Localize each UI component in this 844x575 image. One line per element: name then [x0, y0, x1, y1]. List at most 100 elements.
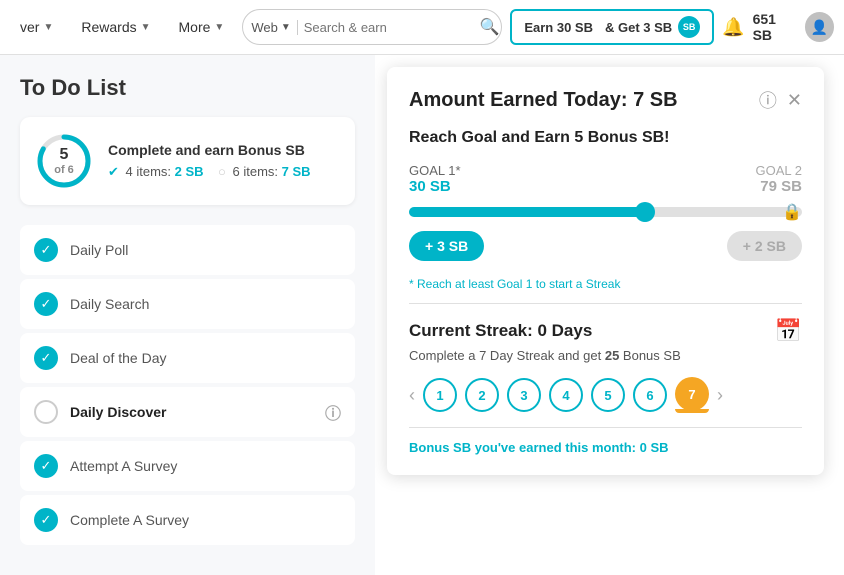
items-6-label: 6 items:: [233, 164, 279, 179]
right-panel: Amount Earned Today: 7 SB ⓘ ✕ Reach Goal…: [375, 55, 844, 575]
day-circle-3[interactable]: 3: [507, 378, 541, 412]
calendar-icon[interactable]: 📅: [775, 318, 802, 344]
reach-goal-label: Reach Goal and Earn 5 Bonus SB!: [409, 129, 802, 147]
list-item[interactable]: ✓ Daily Search: [20, 279, 355, 329]
streak-sub-suffix: Bonus SB: [619, 348, 680, 363]
card-header: Amount Earned Today: 7 SB ⓘ ✕: [409, 87, 802, 113]
bonus-month-label: Bonus SB you've earned this month:: [409, 440, 636, 455]
goal1-val: 30 SB: [409, 178, 451, 195]
goal-2: GOAL 2 79 SB: [756, 163, 802, 195]
info-button[interactable]: ⓘ: [759, 87, 777, 113]
rewards-label: Rewards: [81, 19, 136, 35]
goal-1: GOAL 1* 30 SB: [409, 163, 461, 195]
check-circle-completed: ✓: [34, 454, 58, 478]
day-circle-4[interactable]: 4: [549, 378, 583, 412]
check-circle-completed: ✓: [34, 346, 58, 370]
circle-center: 5 of 6: [54, 145, 74, 177]
bonus-bubble-inactive: + 2 SB: [727, 231, 802, 261]
goals-row: GOAL 1* 30 SB GOAL 2 79 SB: [409, 163, 802, 195]
goal1-label: GOAL 1*: [409, 163, 461, 178]
check-circle-completed: ✓: [34, 508, 58, 532]
search-type-label: Web: [251, 20, 278, 35]
bonus-bubbles: + 3 SB + 2 SB: [409, 231, 802, 261]
main-layout: To Do List 5 of 6 Complete and earn Bonu…: [0, 55, 844, 575]
search-bar: Web ▼ 🔍: [242, 9, 502, 45]
streak-sub: Complete a 7 Day Streak and get 25 Bonus…: [409, 348, 802, 363]
prev-day-button[interactable]: ‹: [409, 385, 415, 406]
next-day-button[interactable]: ›: [717, 385, 723, 406]
bonus-info: Complete and earn Bonus SB ✔ 4 items: 2 …: [108, 142, 341, 180]
todo-item-label: Daily Search: [70, 296, 149, 312]
progress-denom: of 6: [54, 164, 74, 177]
bonus-month-val: 0 SB: [640, 440, 669, 455]
streak-title: Current Streak: 0 Days: [409, 321, 592, 341]
check-circle-completed: ✓: [34, 238, 58, 262]
earn-line1: Earn 30 SB: [524, 20, 593, 35]
check-icon-1: ✔: [108, 164, 119, 179]
lock-icon: 🔒: [782, 202, 802, 222]
goal2-val: 79 SB: [760, 178, 802, 195]
list-item[interactable]: Daily Discover ⓘ: [20, 387, 355, 437]
checkmark-icon: ✓: [41, 458, 52, 474]
balance-amount: 651 SB: [753, 11, 799, 43]
avatar[interactable]: 👤: [805, 12, 835, 42]
notification-button[interactable]: 🔔: [722, 17, 744, 38]
left-panel: To Do List 5 of 6 Complete and earn Bonu…: [0, 55, 375, 575]
bonus-bubble-active: + 3 SB: [409, 231, 484, 261]
sb-badge: SB: [678, 16, 700, 38]
day-circles: ‹ 1 2 3 4 5 6 7 ›: [409, 377, 802, 413]
day-circle-1[interactable]: 1: [423, 378, 457, 412]
card-title: Amount Earned Today: 7 SB: [409, 89, 678, 112]
progress-section: 5 of 6 Complete and earn Bonus SB ✔ 4 it…: [20, 117, 355, 205]
sb-balance: 651 SB 👤: [753, 11, 834, 43]
bonus-month: Bonus SB you've earned this month: 0 SB: [409, 427, 802, 455]
todo-title: To Do List: [20, 75, 355, 101]
todo-item-label: Daily Discover: [70, 404, 167, 420]
earn-button[interactable]: Earn 30 SB & Get 3 SB SB: [510, 9, 714, 45]
more-label: More: [179, 19, 211, 35]
check-circle-completed: ✓: [34, 292, 58, 316]
day-circle-7[interactable]: 7: [675, 377, 709, 411]
todo-item-label: Complete A Survey: [70, 512, 189, 528]
top-nav: ver ▼ Rewards ▼ More ▼ Web ▼ 🔍 Earn 30 S…: [0, 0, 844, 55]
streak-bold: 25: [605, 348, 619, 363]
day-circle-5[interactable]: 5: [591, 378, 625, 412]
list-item[interactable]: ✓ Daily Poll: [20, 225, 355, 275]
progress-track: [409, 207, 802, 217]
streak-note: * Reach at least Goal 1 to start a Strea…: [409, 277, 802, 304]
discover-chevron-icon: ▼: [43, 22, 53, 33]
search-type-chevron-icon: ▼: [281, 22, 291, 33]
list-item[interactable]: ✓ Deal of the Day: [20, 333, 355, 383]
progress-fill: [409, 207, 645, 217]
todo-list: ✓ Daily Poll ✓ Daily Search ✓ Deal of th…: [20, 225, 355, 549]
search-button[interactable]: 🔍: [480, 17, 500, 37]
search-type-selector[interactable]: Web ▼: [251, 20, 297, 35]
search-input[interactable]: [304, 20, 480, 35]
progress-bar-container: 🔒: [409, 201, 802, 223]
discover-label: ver: [20, 19, 39, 35]
list-item[interactable]: ✓ Complete A Survey: [20, 495, 355, 545]
checkmark-icon: ✓: [41, 350, 52, 366]
items-4-sb: 2 SB: [175, 164, 204, 179]
earn-line2: & Get 3 SB: [605, 20, 672, 35]
active-day-badge: 7: [675, 377, 709, 413]
streak-row: Current Streak: 0 Days 📅: [409, 318, 802, 344]
bonus-title: Complete and earn Bonus SB: [108, 142, 341, 158]
checkmark-icon: ✓: [41, 296, 52, 312]
todo-item-label: Daily Poll: [70, 242, 128, 258]
day-circle-2[interactable]: 2: [465, 378, 499, 412]
rewards-nav-btn[interactable]: Rewards ▼: [71, 13, 160, 41]
more-nav-btn[interactable]: More ▼: [169, 13, 235, 41]
list-item[interactable]: ✓ Attempt A Survey: [20, 441, 355, 491]
notification-icon: 🔔: [722, 17, 744, 38]
todo-item-label: Attempt A Survey: [70, 458, 177, 474]
check-icon-2: ○: [218, 164, 226, 179]
rewards-chevron-icon: ▼: [141, 22, 151, 33]
info-icon[interactable]: ⓘ: [325, 400, 341, 424]
circle-progress: 5 of 6: [34, 131, 94, 191]
close-button[interactable]: ✕: [787, 90, 802, 111]
discover-nav-btn[interactable]: ver ▼: [10, 13, 63, 41]
progress-num: 5: [54, 145, 74, 164]
bonus-items-row: ✔ 4 items: 2 SB ○ 6 items: 7 SB: [108, 164, 341, 180]
day-circle-6[interactable]: 6: [633, 378, 667, 412]
